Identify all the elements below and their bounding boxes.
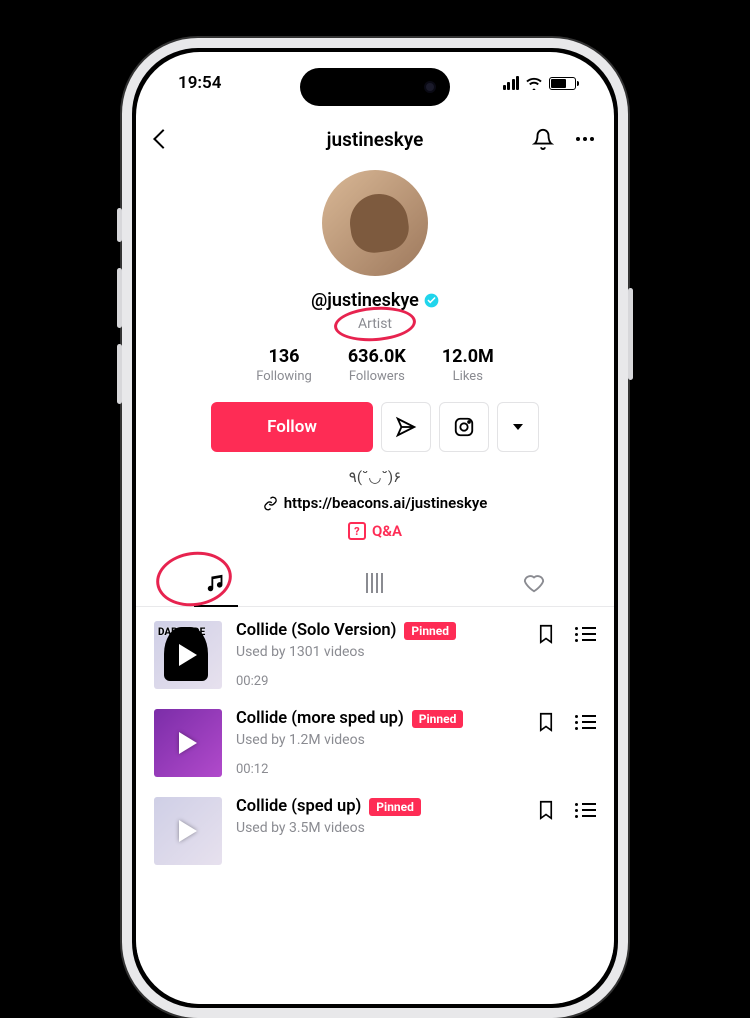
- link-icon: [263, 496, 278, 511]
- pinned-badge: Pinned: [404, 622, 456, 640]
- track-row[interactable]: Collide (more sped up) Pinned Used by 1.…: [136, 695, 614, 783]
- track-row[interactable]: DARKSIDE Collide (Solo Version) Pinned U…: [136, 607, 614, 695]
- tab-music[interactable]: [136, 560, 295, 606]
- play-icon: [179, 644, 197, 666]
- feed-icon: [366, 573, 383, 593]
- following-label: Following: [256, 369, 312, 384]
- dynamic-island: [300, 68, 450, 106]
- add-to-list-icon[interactable]: [575, 715, 596, 730]
- tab-liked[interactable]: [455, 560, 614, 606]
- content-tabs: [136, 560, 614, 607]
- bookmark-icon[interactable]: [537, 623, 555, 645]
- following-count: 136: [269, 346, 300, 367]
- tab-feed[interactable]: [295, 560, 454, 606]
- navbar: justineskye: [136, 114, 614, 164]
- music-icon: [205, 572, 227, 594]
- wifi-icon: [525, 76, 543, 90]
- likes-label: Likes: [453, 369, 483, 384]
- bookmark-icon[interactable]: [537, 711, 555, 733]
- following-stat[interactable]: 136 Following: [238, 346, 330, 384]
- page-title: justineskye: [327, 128, 424, 151]
- front-camera: [424, 81, 436, 93]
- phone-frame: 19:54 justineskye: [122, 38, 628, 1018]
- pinned-badge: Pinned: [412, 710, 464, 728]
- add-to-list-icon[interactable]: [575, 803, 596, 818]
- phone-vol-up: [117, 268, 122, 328]
- profile-header: @justineskye Artist 136 Following 636.0K…: [136, 164, 614, 540]
- chevron-down-icon: [513, 424, 523, 430]
- track-thumb: [154, 709, 222, 777]
- cellular-icon: [503, 76, 520, 90]
- suggested-dropdown[interactable]: [497, 402, 539, 452]
- track-thumb: DARKSIDE: [154, 621, 222, 689]
- track-thumb: [154, 797, 222, 865]
- track-row[interactable]: Collide (sped up) Pinned Used by 3.5M vi…: [136, 783, 614, 871]
- more-button[interactable]: [576, 137, 594, 141]
- status-time: 19:54: [178, 73, 221, 93]
- phone-mute-switch: [117, 208, 122, 242]
- follow-button[interactable]: Follow: [211, 402, 373, 452]
- track-usage: Used by 1.2M videos: [236, 732, 523, 748]
- followers-count: 636.0K: [348, 346, 406, 367]
- likes-count: 12.0M: [442, 346, 494, 367]
- battery-icon: [549, 77, 576, 90]
- profile-link-text: https://beacons.ai/justineskye: [284, 494, 488, 512]
- track-title: Collide (sped up): [236, 797, 361, 816]
- phone-power: [628, 288, 633, 380]
- heart-icon: [523, 572, 545, 594]
- add-to-list-icon[interactable]: [575, 627, 596, 642]
- bookmark-icon[interactable]: [537, 799, 555, 821]
- instagram-button[interactable]: [439, 402, 489, 452]
- track-title: Collide (more sped up): [236, 709, 404, 728]
- stats-row: 136 Following 636.0K Followers 12.0M Lik…: [238, 346, 512, 384]
- qa-button[interactable]: ? Q&A: [348, 522, 402, 540]
- profile-link[interactable]: https://beacons.ai/justineskye: [263, 494, 488, 512]
- track-duration: 00:12: [236, 762, 523, 777]
- followers-stat[interactable]: 636.0K Followers: [330, 346, 424, 384]
- back-button[interactable]: [153, 129, 173, 149]
- qa-icon: ?: [348, 522, 366, 540]
- avatar[interactable]: [322, 170, 428, 276]
- message-button[interactable]: [381, 402, 431, 452]
- bottom-fade: [136, 894, 614, 1004]
- app-content: justineskye @justineskye Artist: [136, 52, 614, 1004]
- pinned-badge: Pinned: [369, 798, 421, 816]
- verified-icon: [424, 293, 439, 308]
- followers-label: Followers: [349, 369, 405, 384]
- track-usage: Used by 3.5M videos: [236, 820, 523, 836]
- track-usage: Used by 1301 videos: [236, 644, 523, 660]
- phone-vol-down: [117, 344, 122, 404]
- username: @justineskye: [311, 290, 419, 311]
- likes-stat[interactable]: 12.0M Likes: [424, 346, 512, 384]
- play-icon: [179, 732, 197, 754]
- bio-text: ٩(˘◡˘)۶: [349, 468, 401, 486]
- qa-label: Q&A: [372, 522, 402, 540]
- track-list: DARKSIDE Collide (Solo Version) Pinned U…: [136, 607, 614, 871]
- track-duration: 00:29: [236, 674, 523, 689]
- account-role: Artist: [358, 316, 392, 332]
- play-icon: [179, 820, 197, 842]
- screen: 19:54 justineskye: [136, 52, 614, 1004]
- notifications-icon[interactable]: [532, 128, 554, 150]
- track-title: Collide (Solo Version): [236, 621, 396, 640]
